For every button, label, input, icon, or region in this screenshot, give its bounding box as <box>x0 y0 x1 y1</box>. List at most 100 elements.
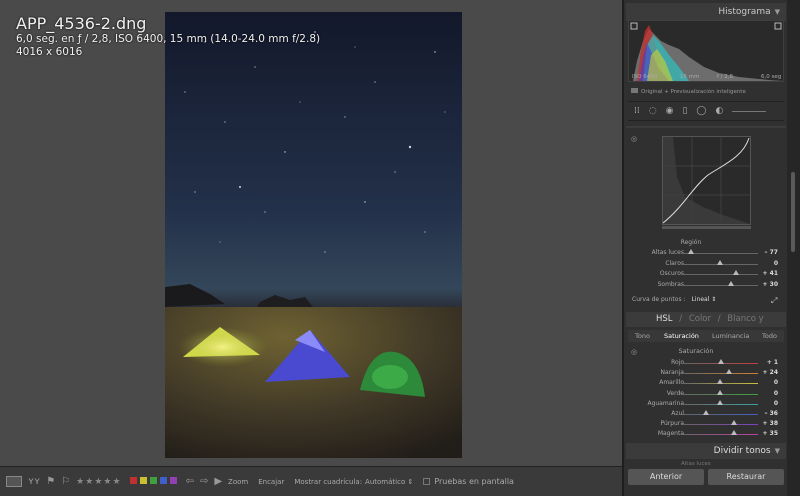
collapse-triangle-icon: ▼ <box>774 447 780 455</box>
saturation-slider-label: Naranja <box>660 369 684 377</box>
flag-pick-icon[interactable]: ⚑ <box>46 476 55 487</box>
saturation-slider-label: Púrpura <box>660 420 684 428</box>
hsl-subtabs: Tono Saturación Luminancia Todo <box>628 330 784 342</box>
rating-star-icon[interactable]: ★ <box>103 477 111 487</box>
color-label-swatch[interactable] <box>159 477 167 484</box>
saturation-slider-value[interactable]: + 35 <box>763 430 778 437</box>
split-toning-header[interactable]: Dividir tonos ▼ <box>626 443 786 459</box>
photo-info-overlay: APP_4536-2.dng 6,0 seg. en ƒ / 2,8, ISO … <box>16 14 320 59</box>
compare-view-icon[interactable]: ʏʏ <box>28 476 40 487</box>
grid-select[interactable]: Automático ⇕ <box>365 478 413 486</box>
saturation-slider-row: Aguamarina 0 <box>626 399 784 409</box>
saturation-slider-handle[interactable] <box>717 379 723 385</box>
subtab-hue[interactable]: Tono <box>635 332 650 340</box>
tone-slider-value[interactable]: – 77 <box>765 249 778 256</box>
region-label: Región <box>680 239 702 246</box>
hsl-tab[interactable]: HSL <box>656 314 673 324</box>
fit-label[interactable]: Encajar <box>258 478 284 486</box>
color-label-swatch[interactable] <box>149 477 157 484</box>
rating-star-icon[interactable]: ★ <box>112 477 120 487</box>
saturation-slider-row: Púrpura + 38 <box>626 419 784 429</box>
saturation-slider-value[interactable]: + 38 <box>763 420 778 427</box>
tone-slider-label: Sombras <box>657 280 684 288</box>
tool-strip: ⁞⁞ ◌ ◉ ▯ ◯ ◐ <box>628 101 784 121</box>
loupe-view-icon[interactable] <box>6 476 22 487</box>
saturation-slider-value[interactable]: – 36 <box>765 410 778 417</box>
rating-star-icon[interactable]: ★ <box>85 477 93 487</box>
tone-curve-divider <box>626 126 786 128</box>
zoom-label[interactable]: Zoom <box>228 478 248 486</box>
tone-slider-row: Claros 0 <box>626 259 784 269</box>
tone-curve-graph[interactable] <box>662 136 751 225</box>
saturation-slider-value[interactable]: 0 <box>774 390 778 397</box>
grid-overlay-icon[interactable]: ⁞⁞ <box>634 106 640 116</box>
tone-slider-handle[interactable] <box>732 270 739 275</box>
photo-canvas: APP_4536-2.dng 6,0 seg. en ƒ / 2,8, ISO … <box>0 0 622 466</box>
color-label-swatch[interactable] <box>139 477 147 484</box>
collapse-triangle-icon: ▼ <box>774 8 780 16</box>
saturation-slider-track[interactable] <box>682 414 758 415</box>
tone-slider-value[interactable]: 0 <box>774 260 778 267</box>
saturation-slider-handle[interactable] <box>717 389 723 395</box>
slideshow-play-icon[interactable]: ▶ <box>214 476 222 487</box>
point-curve-select[interactable]: Lineal ⇕ <box>692 296 717 303</box>
hsl-header[interactable]: HSL / Color / Blanco y negro ▼ <box>626 312 786 339</box>
saturation-slider-handle[interactable] <box>730 430 737 436</box>
tone-slider-row: Oscuros + 41 <box>626 269 784 279</box>
previous-button[interactable]: Anterior <box>628 469 704 485</box>
flag-reject-icon[interactable]: ⚐ <box>61 476 70 487</box>
tone-slider-track[interactable] <box>682 284 758 286</box>
saturation-slider-handle[interactable] <box>726 369 733 375</box>
saturation-slider-handle[interactable] <box>717 399 723 405</box>
subtab-saturation[interactable]: Saturación <box>664 332 699 340</box>
red-eye-icon[interactable]: ▯ <box>682 106 687 116</box>
tone-slider-value[interactable]: + 41 <box>763 270 778 277</box>
star-rating[interactable]: ★★★★★ <box>76 477 121 487</box>
saturation-slider-value[interactable]: + 24 <box>763 369 778 376</box>
saturation-slider-label: Magenta <box>657 430 684 438</box>
panel-scrollbar[interactable] <box>787 0 800 496</box>
color-label-swatch[interactable] <box>129 477 137 484</box>
saturation-slider-handle[interactable] <box>731 420 738 426</box>
saturation-slider-track[interactable] <box>682 424 758 426</box>
scroll-thumb[interactable] <box>791 172 795 252</box>
softproof-checkbox[interactable] <box>423 478 431 485</box>
spot-removal-icon[interactable]: ◉ <box>666 106 674 116</box>
tone-slider-track[interactable] <box>682 274 758 275</box>
saturation-slider-value[interactable]: 0 <box>774 400 778 407</box>
reset-button[interactable]: Restaurar <box>708 469 784 485</box>
histogram-header[interactable]: Histograma ▼ <box>626 3 786 21</box>
saturation-slider-handle[interactable] <box>717 359 724 364</box>
previous-arrow-icon[interactable]: ⇦ <box>186 476 194 487</box>
tone-slider-handle[interactable] <box>728 280 735 286</box>
saturation-slider-row: Magenta + 35 <box>626 429 784 439</box>
saturation-slider-track[interactable] <box>682 373 758 375</box>
saturation-slider-value[interactable]: + 1 <box>767 359 778 366</box>
histogram-focal: 15 mm <box>680 74 700 80</box>
split-toning-title: Dividir tonos <box>713 446 771 456</box>
tone-slider-value[interactable]: + 30 <box>763 281 778 288</box>
edit-point-curve-icon[interactable]: ⤢ <box>771 296 777 306</box>
subtab-all[interactable]: Todo <box>762 332 777 340</box>
rating-star-icon[interactable]: ★ <box>76 477 84 487</box>
saturation-slider-track[interactable] <box>682 434 758 436</box>
rating-star-icon[interactable]: ★ <box>94 477 102 487</box>
target-adjust-icon[interactable]: ◎ <box>631 135 637 143</box>
crop-icon[interactable]: ◌ <box>649 106 657 116</box>
photo-preview[interactable] <box>165 12 462 458</box>
brush-slider[interactable] <box>732 110 767 112</box>
next-arrow-icon[interactable]: ⇨ <box>200 476 208 487</box>
color-labels[interactable] <box>129 477 180 486</box>
color-tab[interactable]: Color <box>689 314 711 324</box>
saturation-slider-value[interactable]: 0 <box>774 379 778 386</box>
curve-region-splitters[interactable] <box>662 226 751 229</box>
tone-slider-handle[interactable] <box>717 259 723 265</box>
graduated-filter-icon[interactable]: ◯ <box>696 106 706 116</box>
subtab-luminance[interactable]: Luminancia <box>712 332 749 340</box>
color-label-swatch[interactable] <box>169 477 177 484</box>
adjustment-brush-icon[interactable]: ◐ <box>715 106 723 116</box>
tone-slider-handle[interactable] <box>688 249 695 254</box>
saturation-slider-handle[interactable] <box>703 410 710 415</box>
tone-curve-svg <box>662 137 750 224</box>
tone-slider-row: Sombras + 30 <box>626 280 784 290</box>
